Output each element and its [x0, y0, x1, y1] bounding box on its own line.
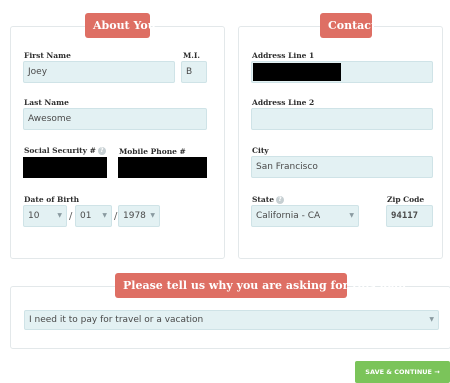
dob-separator: / — [69, 211, 73, 222]
chevron-down-icon: ▼ — [150, 212, 155, 219]
address-line-1-field[interactable] — [251, 61, 433, 83]
state-label: State? — [252, 195, 284, 204]
last-name-label: Last Name — [24, 98, 69, 107]
address-line-1-label: Address Line 1 — [252, 51, 315, 60]
city-label: City — [252, 146, 269, 155]
first-name-label: First Name — [24, 51, 71, 60]
middle-initial-field[interactable]: B — [181, 61, 207, 83]
chevron-down-icon: ▼ — [57, 212, 62, 219]
address-line-1-redacted — [253, 63, 341, 81]
contact-header: Contact — [320, 13, 376, 38]
mobile-phone-label: Mobile Phone # — [119, 147, 186, 156]
ssn-label-text: Social Security # — [24, 146, 96, 155]
dob-day-select[interactable]: 01 ▼ — [75, 205, 112, 227]
zip-code-field[interactable]: 94117 — [386, 205, 433, 227]
save-continue-button[interactable]: SAVE & CONTINUE → — [355, 361, 450, 383]
ssn-info-icon[interactable]: ? — [97, 147, 106, 155]
state-select[interactable]: California - CA ▼ — [251, 205, 359, 227]
dob-day-value: 01 — [80, 211, 92, 221]
loan-reason-header: Please tell us why you are asking for th… — [115, 273, 410, 298]
middle-initial-label: M.I. — [183, 51, 201, 60]
about-you-header: About You — [85, 13, 156, 38]
dob-separator: / — [114, 211, 118, 222]
ssn-field[interactable] — [23, 157, 107, 178]
ssn-label: Social Security #? — [24, 146, 106, 155]
loan-reason-select[interactable]: I need it to pay for travel or a vacatio… — [24, 310, 439, 330]
mobile-phone-field[interactable] — [118, 157, 207, 178]
last-name-field[interactable]: Awesome — [23, 108, 207, 130]
state-select-value: California - CA — [256, 211, 321, 221]
address-line-2-label: Address Line 2 — [252, 98, 315, 107]
first-name-field[interactable]: Joey — [23, 61, 175, 83]
chevron-down-icon: ▼ — [429, 316, 434, 323]
dob-month-select[interactable]: 10 ▼ — [23, 205, 67, 227]
zip-code-label: Zip Code — [387, 195, 425, 204]
chevron-down-icon: ▼ — [349, 212, 354, 219]
state-info-icon[interactable]: ? — [275, 196, 284, 204]
loan-reason-value: I need it to pay for travel or a vacatio… — [29, 315, 204, 325]
state-label-text: State — [252, 195, 274, 204]
dob-year-value: 1978 — [123, 211, 146, 221]
city-field[interactable]: San Francisco — [251, 156, 433, 178]
address-line-2-field[interactable] — [251, 108, 433, 130]
dob-year-select[interactable]: 1978 ▼ — [118, 205, 160, 227]
dob-label: Date of Birth — [24, 195, 80, 204]
dob-month-value: 10 — [28, 211, 40, 221]
chevron-down-icon: ▼ — [102, 212, 107, 219]
